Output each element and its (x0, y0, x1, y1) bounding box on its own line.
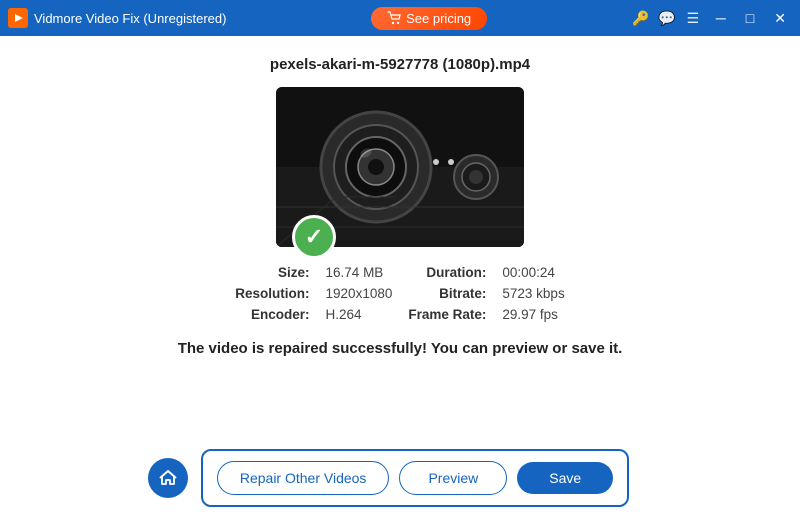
home-button[interactable] (148, 458, 188, 498)
bitrate-value: 5723 kbps (502, 286, 564, 301)
repair-other-videos-button[interactable]: Repair Other Videos (217, 461, 390, 495)
titlebar: Vidmore Video Fix (Unregistered) See pri… (0, 0, 800, 36)
resolution-value: 1920x1080 (326, 286, 393, 301)
encoder-label: Encoder: (235, 307, 309, 322)
bottom-bar: Repair Other Videos Preview Save (0, 437, 800, 519)
cart-icon (387, 11, 401, 25)
video-thumbnail-wrapper: ✓ (276, 87, 524, 247)
minimize-button[interactable]: ─ (710, 8, 732, 28)
preview-button[interactable]: Preview (399, 461, 507, 495)
resolution-label: Resolution: (235, 286, 309, 301)
size-value: 16.74 MB (326, 265, 393, 280)
titlebar-left: Vidmore Video Fix (Unregistered) (8, 8, 226, 28)
success-badge: ✓ (292, 215, 336, 259)
close-button[interactable]: ✕ (768, 8, 792, 29)
bitrate-label: Bitrate: (408, 286, 486, 301)
video-filename: pexels-akari-m-5927778 (1080p).mp4 (270, 56, 530, 73)
encoder-value: H.264 (326, 307, 393, 322)
titlebar-center: See pricing (226, 7, 631, 30)
save-button[interactable]: Save (517, 462, 613, 494)
app-logo-icon (8, 8, 28, 28)
see-pricing-button[interactable]: See pricing (371, 7, 487, 30)
main-content: pexels-akari-m-5927778 (1080p).mp4 (0, 36, 800, 437)
menu-icon[interactable]: ☰ (684, 10, 702, 27)
duration-value: 00:00:24 (502, 265, 564, 280)
home-icon (158, 468, 178, 488)
action-box: Repair Other Videos Preview Save (201, 449, 629, 507)
key-icon[interactable]: 🔑 (632, 10, 650, 27)
framerate-label: Frame Rate: (408, 307, 486, 322)
success-message: The video is repaired successfully! You … (178, 340, 623, 357)
maximize-button[interactable]: □ (740, 8, 760, 28)
chat-icon[interactable]: 💬 (658, 10, 676, 27)
size-label: Size: (235, 265, 309, 280)
titlebar-right: 🔑 💬 ☰ ─ □ ✕ (632, 8, 792, 29)
app-title: Vidmore Video Fix (Unregistered) (34, 11, 226, 26)
video-info: Size: 16.74 MB Duration: 00:00:24 Resolu… (235, 265, 564, 322)
framerate-value: 29.97 fps (502, 307, 564, 322)
duration-label: Duration: (408, 265, 486, 280)
